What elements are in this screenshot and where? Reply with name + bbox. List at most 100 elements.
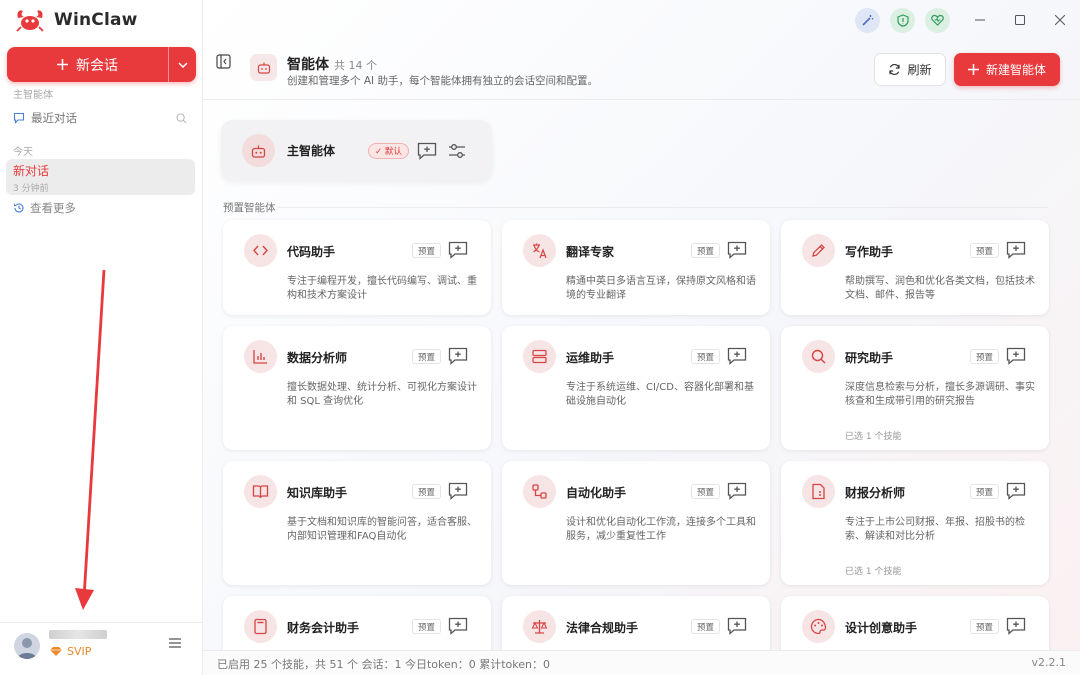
calculator-icon [244, 610, 277, 643]
view-more-label: 查看更多 [30, 201, 76, 215]
preset-tag: 预置 [412, 619, 442, 634]
new-chat-icon[interactable] [727, 241, 747, 259]
agent-content: 主智能体 ✓ 默认 预置智能体 代码助手 预置 专注于编程开发，擅长代码编写、调试、… [203, 100, 1080, 650]
agent-card[interactable]: 知识库助手 预置 基于文档和知识库的智能问答，适合客服、内部知识管理和FAQ自动化 [223, 461, 491, 585]
menu-icon[interactable] [169, 638, 181, 648]
refresh-button[interactable]: 刷新 [874, 53, 946, 86]
agent-card[interactable]: 写作助手 预置 帮助撰写、润色和优化各类文档，包括技术文档、邮件、报告等 [781, 220, 1049, 315]
robot-icon [250, 54, 277, 81]
agent-card[interactable]: 数据分析师 预置擅长数据处理、统计分析、可视化方案设计和 SQL 查询优化 [223, 326, 491, 450]
new-chat-icon[interactable] [448, 617, 468, 635]
agent-card[interactable]: 财报分析师 预置 专注于上市公司财报、年报、招股书的检索、解读和对比分析 已选 1 个… [781, 461, 1049, 585]
new-chat-icon[interactable] [417, 142, 437, 160]
translate-icon [523, 234, 556, 267]
preset-tag: 预置 [691, 484, 721, 499]
chat-item[interactable]: 新对话 3 分钟前 [6, 159, 195, 195]
agent-grid: 代码助手 预置 专注于编程开发，擅长代码编写、调试、重构和技术方案设计 翻译专家 预置精… [223, 220, 1049, 650]
bar-chart-icon [244, 340, 277, 373]
shield-icon[interactable] [890, 7, 915, 33]
workflow-icon [523, 475, 556, 508]
preset-tag: 预置 [970, 243, 1000, 258]
minimize-button[interactable] [960, 19, 1000, 21]
username-blurred [49, 630, 107, 639]
agent-card[interactable]: 研究助手 预置 深度信息检索与分析，擅长多源调研、事实核查和生成带引用的研究报告 已选… [781, 326, 1049, 450]
agent-name: 法律合规助手 [566, 621, 639, 635]
page-title-text: 智能体 [287, 57, 329, 73]
view-more-link[interactable]: 查看更多 [13, 200, 76, 216]
preset-tag: 预置 [970, 619, 1000, 634]
settings-sliders-icon[interactable] [448, 142, 466, 160]
preset-tag: 预置 [412, 349, 442, 364]
robot-icon [242, 134, 275, 167]
recent-chats[interactable]: 最近对话 [13, 110, 187, 126]
history-icon [13, 202, 25, 214]
agent-skills: 已选 1 个技能 [845, 432, 902, 442]
agent-card[interactable]: 翻译专家 预置 精通中英日多语言互译，保持原文风格和语境的专业翻译 [502, 220, 770, 315]
new-chat-icon[interactable] [1006, 347, 1026, 365]
agent-name: 写作助手 [845, 245, 894, 259]
magic-wand-icon[interactable] [855, 7, 880, 33]
page-description: 创建和管理多个 AI 助手，每个智能体拥有独立的会话空间和配置。 [287, 75, 598, 87]
pencil-icon [802, 234, 835, 267]
agent-card[interactable]: 运维助手 预置 专注于系统运维、CI/CD、容器化部署和基础设施自动化 [502, 326, 770, 450]
app-logo: WinClaw [14, 8, 138, 32]
agent-name: 研究助手 [845, 351, 894, 365]
crab-logo-icon [14, 8, 46, 32]
agent-card[interactable]: 设计创意助手 预置 [781, 596, 1049, 650]
agent-card[interactable]: 代码助手 预置 专注于编程开发，擅长代码编写、调试、重构和技术方案设计 [223, 220, 491, 315]
agent-description: 精通中英日多语言互译，保持原文风格和语境的专业翻译 [566, 276, 756, 301]
agent-card[interactable]: 法律合规助手 预置 [502, 596, 770, 650]
chat-title: 新对话 [13, 164, 50, 178]
preset-tag: 预置 [691, 349, 721, 364]
book-icon [244, 475, 277, 508]
refresh-icon [888, 63, 901, 76]
new-chat-icon[interactable] [448, 347, 468, 365]
new-chat-main[interactable]: 新会话 [7, 47, 168, 82]
maximize-button[interactable] [1000, 15, 1040, 25]
section-main-agent: 主智能体 [13, 90, 53, 101]
preset-tag: 预置 [691, 619, 721, 634]
new-chat-dropdown[interactable] [168, 47, 196, 82]
new-chat-icon[interactable] [727, 347, 747, 365]
new-chat-icon[interactable] [727, 482, 747, 500]
user-row[interactable]: SVIP [0, 622, 203, 675]
agent-name: 数据分析师 [287, 351, 348, 365]
main-agent-card[interactable]: 主智能体 ✓ 默认 [221, 120, 492, 181]
agent-description: 擅长数据处理、统计分析、可视化方案设计和 SQL 查询优化 [287, 382, 477, 407]
agent-card[interactable]: 自动化助手 预置 设计和优化自动化工作流，连接多个工具和服务，减少重复性工作 [502, 461, 770, 585]
agent-name: 财务会计助手 [287, 621, 360, 635]
main-agent-name: 主智能体 [287, 144, 336, 158]
chat-bubble-icon [13, 112, 25, 124]
new-chat-icon[interactable] [1006, 241, 1026, 259]
recent-label: 最近对话 [31, 111, 77, 125]
agent-description: 设计和优化自动化工作流，连接多个工具和服务，减少重复性工作 [566, 517, 756, 542]
chat-time: 3 分钟前 [13, 184, 49, 194]
new-chat-icon[interactable] [1006, 617, 1026, 635]
new-chat-button[interactable]: 新会话 [7, 47, 196, 82]
new-agent-button[interactable]: 新建智能体 [954, 53, 1060, 86]
agent-card[interactable]: 财务会计助手 预置 [223, 596, 491, 650]
close-button[interactable] [1040, 15, 1080, 25]
new-chat-icon[interactable] [1006, 482, 1026, 500]
preset-tag: 预置 [970, 349, 1000, 364]
preset-tag: 预置 [691, 243, 721, 258]
search-icon [802, 340, 835, 373]
default-badge: ✓ 默认 [368, 142, 409, 159]
new-chat-icon[interactable] [727, 617, 747, 635]
avatar[interactable] [14, 633, 40, 659]
new-chat-label: 新会话 [76, 57, 118, 74]
agent-count: 共 14 个 [334, 59, 377, 72]
preset-tag: 预置 [412, 484, 442, 499]
search-icon[interactable] [176, 112, 187, 124]
plus-icon [967, 64, 979, 75]
agent-name: 代码助手 [287, 245, 336, 259]
new-chat-icon[interactable] [448, 241, 468, 259]
preset-tag: 预置 [412, 243, 442, 258]
sidebar-collapse-icon[interactable] [216, 54, 231, 69]
new-chat-icon[interactable] [448, 482, 468, 500]
plus-icon [57, 59, 68, 70]
status-bar: 已启用 25 个技能，共 51 个 会话：1 今日token：0 累计token… [203, 650, 1080, 675]
agent-name: 运维助手 [566, 351, 615, 365]
vip-badge: SVIP [49, 645, 91, 658]
heart-shield-icon[interactable] [925, 7, 950, 33]
